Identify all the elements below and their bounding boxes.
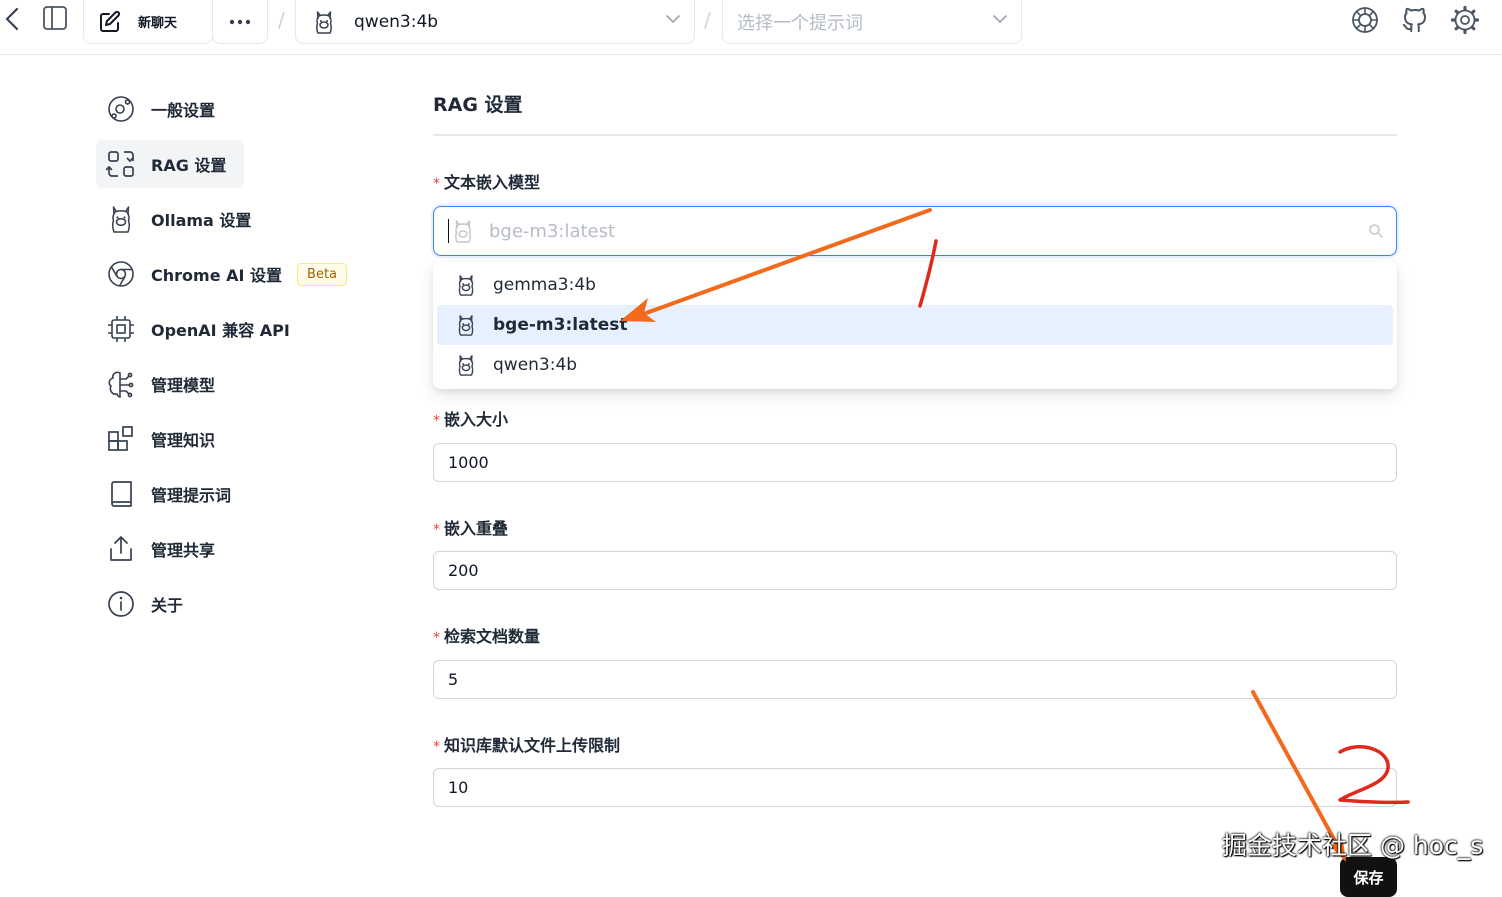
chunk-size-input[interactable]: 1000 (433, 443, 1397, 482)
book-icon (111, 481, 132, 507)
chevron-down-icon (666, 15, 680, 24)
model-select[interactable]: qwen3:4b (295, 0, 695, 44)
model-select-value: qwen3:4b (354, 11, 439, 32)
watermark: 掘金技术社区 @ hoc_s (1222, 831, 1484, 860)
prompt-select-placeholder: 选择一个提示词 (737, 12, 863, 34)
sidebar-item-manage-knowledge[interactable]: 管理知识 (96, 415, 215, 463)
upload-limit-label: * 知识库默认文件上传限制 (433, 732, 620, 756)
sidebar-item-manage-share[interactable]: 管理共享 (96, 525, 215, 573)
sidebar-item-label: 一般设置 (151, 101, 216, 120)
sidebar-item-label: 管理知识 (151, 431, 216, 450)
sidebar-toggle-icon[interactable] (42, 4, 70, 32)
chunk-overlap-input[interactable]: 200 (433, 551, 1397, 590)
sidebar-item-label: OpenAI 兼容 API (151, 321, 290, 340)
sidebar-item-rag[interactable]: RAG 设置 (96, 140, 244, 188)
chunk-size-label: * 嵌入大小 (433, 406, 508, 430)
edit-icon (100, 10, 121, 32)
retrieval-count-label: * 检索文档数量 (433, 623, 540, 647)
required-mark: * (433, 176, 440, 192)
field-label-text: 嵌入大小 (444, 410, 509, 429)
sidebar-item-general[interactable]: 一般设置 (96, 85, 215, 133)
gear-icon[interactable] (1450, 4, 1482, 36)
ollama-icon (458, 275, 474, 296)
embedding-model-select[interactable]: bge-m3:latest (433, 206, 1397, 256)
chip-icon (108, 316, 134, 342)
chunk-overlap-label: * 嵌入重叠 (433, 515, 508, 539)
sidebar-item-label: 关于 (151, 596, 184, 615)
more-options-button[interactable] (212, 0, 268, 44)
option-label: gemma3:4b (493, 275, 596, 295)
sidebar-item-label: Ollama 设置 (151, 211, 252, 230)
divider (433, 134, 1397, 136)
text-cursor (448, 219, 449, 243)
beta-badge: Beta (297, 262, 348, 286)
prompt-select[interactable]: 选择一个提示词 (722, 0, 1022, 44)
sidebar-item-label: Chrome AI 设置 (151, 266, 283, 285)
sidebar-item-openai-api[interactable]: OpenAI 兼容 API (96, 305, 290, 353)
required-mark: * (433, 630, 440, 646)
option-label: qwen3:4b (493, 355, 578, 375)
embedding-model-label: * 文本嵌入模型 (433, 169, 540, 193)
required-mark: * (433, 522, 440, 538)
embedding-model-placeholder: bge-m3:latest (489, 220, 616, 242)
field-label-text: 知识库默认文件上传限制 (444, 736, 621, 755)
chrome-icon (108, 261, 134, 287)
ollama-icon (458, 315, 474, 336)
new-chat-label: 新聊天 (138, 16, 178, 31)
upload-limit-input[interactable]: 10 (433, 768, 1397, 807)
info-icon (108, 591, 134, 617)
top-bar: 新聊天 / qwen3:4b / 选择一个提示词 (0, 0, 1502, 55)
annotation-overlay (620, 208, 1410, 862)
ai-settings-icon[interactable] (1350, 4, 1382, 36)
new-chat-button[interactable]: 新聊天 (83, 0, 213, 44)
field-label-text: 检索文档数量 (444, 627, 541, 646)
general-settings-icon (108, 96, 134, 122)
sidebar-item-manage-models[interactable]: 管理模型 (96, 360, 215, 408)
retrieval-count-input[interactable]: 5 (433, 660, 1397, 699)
sidebar-item-label: 管理提示词 (151, 486, 232, 505)
dropdown-option-selected[interactable]: bge-m3:latest (437, 305, 1393, 345)
sidebar-item-label: RAG 设置 (151, 156, 227, 175)
embedding-model-dropdown: gemma3:4b bge-m3:latest qwen3:4b (433, 261, 1397, 389)
field-label-text: 嵌入重叠 (444, 519, 509, 538)
dropdown-option[interactable]: gemma3:4b (437, 265, 1393, 305)
option-label: bge-m3:latest (493, 315, 628, 335)
more-dots-icon (229, 19, 251, 24)
ollama-icon (455, 220, 471, 243)
save-button[interactable]: 保存 (1340, 857, 1397, 897)
chevron-down-icon (993, 15, 1007, 24)
field-label-text: 文本嵌入模型 (444, 173, 541, 192)
required-mark: * (433, 413, 440, 429)
share-icon (110, 536, 132, 561)
sidebar-item-label: 管理共享 (151, 541, 216, 560)
sidebar-item-chrome-ai[interactable]: Chrome AI 设置 Beta (96, 250, 348, 298)
ollama-icon (316, 10, 332, 34)
sidebar-item-about[interactable]: 关于 (96, 580, 183, 628)
breadcrumb-separator: / (704, 8, 711, 32)
page-title: RAG 设置 (433, 94, 523, 116)
sidebar-item-label: 管理模型 (151, 376, 216, 395)
ollama-icon (458, 355, 474, 376)
breadcrumb-separator: / (278, 8, 285, 32)
sidebar-item-manage-prompts[interactable]: 管理提示词 (96, 470, 231, 518)
brain-icon (108, 371, 134, 398)
search-icon (1369, 224, 1383, 238)
blocks-icon (108, 426, 133, 451)
github-icon[interactable] (1400, 4, 1432, 36)
dropdown-option[interactable]: qwen3:4b (437, 345, 1393, 385)
sidebar-item-ollama[interactable]: Ollama 设置 (96, 195, 251, 243)
required-mark: * (433, 739, 440, 755)
rag-icon (106, 151, 134, 177)
ollama-icon (112, 206, 130, 233)
back-icon[interactable] (4, 4, 26, 34)
